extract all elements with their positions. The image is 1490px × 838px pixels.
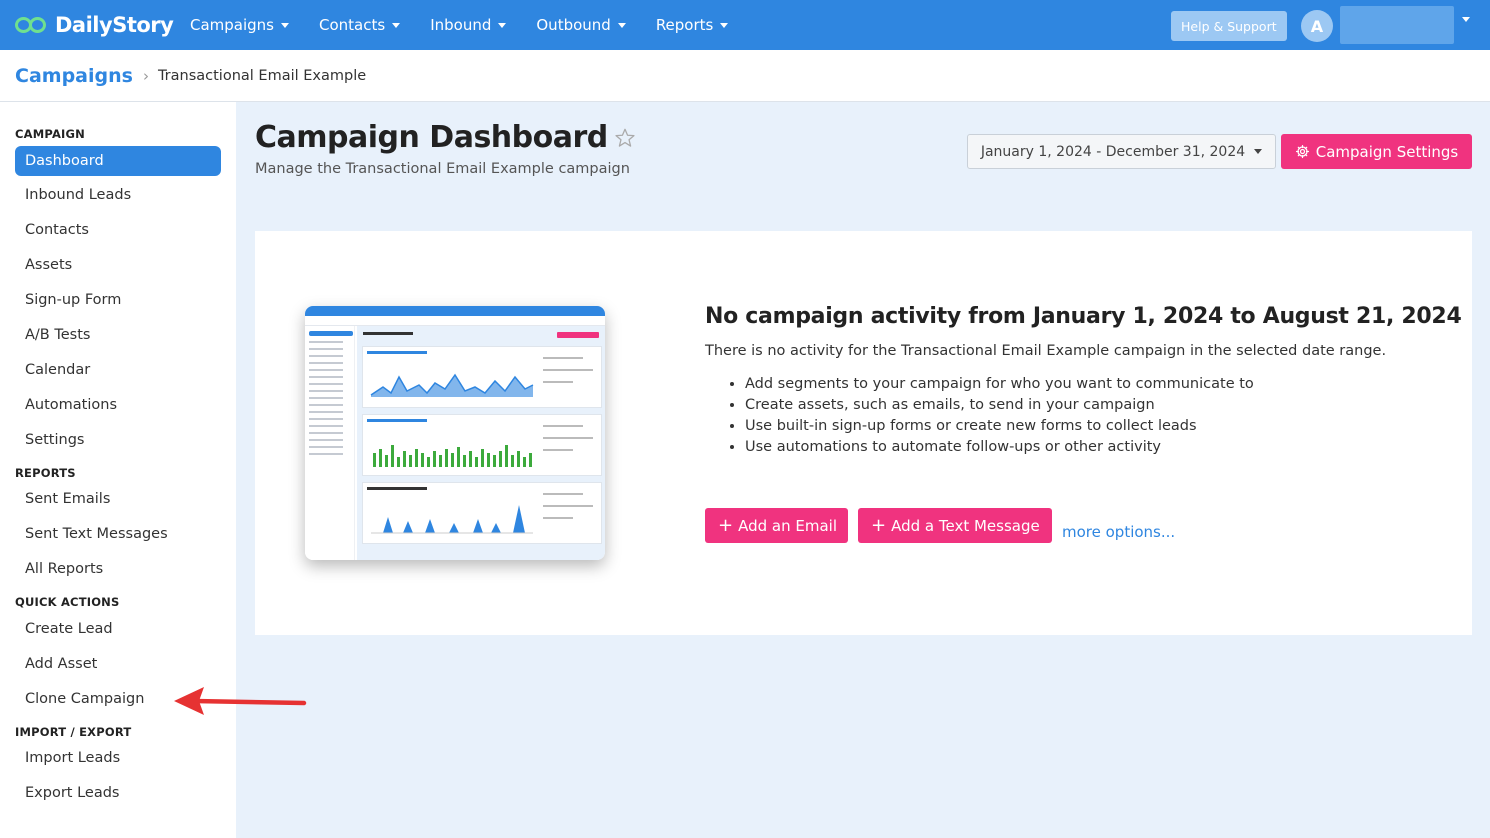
list-item: Use automations to automate follow-ups o… xyxy=(745,437,1254,458)
sidebar-item-all-reports[interactable]: All Reports xyxy=(25,561,103,577)
page-subtitle: Manage the Transactional Email Example c… xyxy=(255,161,630,177)
sidebar-item-contacts[interactable]: Contacts xyxy=(25,222,89,238)
sidebar-item-sent-emails[interactable]: Sent Emails xyxy=(25,491,110,507)
gear-icon xyxy=(1295,144,1309,159)
nav-label: Outbound xyxy=(536,16,611,34)
page-title: Campaign Dashboard xyxy=(255,120,608,155)
avatar[interactable]: A xyxy=(1301,10,1333,42)
campaign-settings-label: Campaign Settings xyxy=(1315,142,1459,161)
nav-label: Campaigns xyxy=(190,16,275,34)
nav-label: Contacts xyxy=(319,16,386,34)
date-range-label: January 1, 2024 - December 31, 2024 xyxy=(980,143,1246,160)
sidebar-item-sent-text-messages[interactable]: Sent Text Messages xyxy=(25,526,168,542)
sidebar-section-quick-actions: QUICK ACTIONS xyxy=(15,595,120,609)
nav-label: Reports xyxy=(655,16,714,34)
add-email-label: Add an Email xyxy=(738,516,837,535)
caret-down-icon xyxy=(1254,149,1263,154)
sidebar: CAMPAIGN Dashboard Inbound Leads Contact… xyxy=(0,102,236,838)
plus-icon: + xyxy=(871,514,887,536)
sidebar-item-inbound-leads[interactable]: Inbound Leads xyxy=(25,187,131,203)
sidebar-item-create-lead[interactable]: Create Lead xyxy=(25,621,113,637)
caret-down-icon xyxy=(617,22,626,28)
nav-inbound[interactable]: Inbound xyxy=(430,16,507,34)
breadcrumb-current: Transactional Email Example xyxy=(157,67,367,84)
empty-state-tips: Add segments to your campaign for who yo… xyxy=(745,374,1254,458)
chevron-right-icon: › xyxy=(142,66,149,85)
logo-icon xyxy=(14,15,52,35)
list-item: Add segments to your campaign for who yo… xyxy=(745,374,1254,395)
nav-contacts[interactable]: Contacts xyxy=(319,16,401,34)
sidebar-item-calendar[interactable]: Calendar xyxy=(25,362,90,378)
user-name-redacted[interactable] xyxy=(1340,6,1454,44)
caret-down-icon xyxy=(498,22,507,28)
empty-state-title: No campaign activity from January 1, 202… xyxy=(705,304,1462,329)
sidebar-item-clone-campaign[interactable]: Clone Campaign xyxy=(25,691,144,707)
sidebar-item-assets[interactable]: Assets xyxy=(25,257,72,273)
sidebar-item-automations[interactable]: Automations xyxy=(25,397,117,413)
sidebar-item-ab-tests[interactable]: A/B Tests xyxy=(25,327,90,343)
empty-state-card: No campaign activity from January 1, 202… xyxy=(255,231,1472,635)
caret-down-icon xyxy=(392,22,401,28)
star-icon[interactable] xyxy=(614,127,636,149)
nav-label: Inbound xyxy=(430,16,492,34)
breadcrumb: Campaigns › Transactional Email Example xyxy=(0,50,1490,102)
page-title-row: Campaign Dashboard xyxy=(255,120,636,155)
sidebar-section-reports: REPORTS xyxy=(15,466,76,480)
top-navigation: DailyStory Campaigns Contacts Inbound Ou… xyxy=(0,0,1490,50)
caret-down-icon xyxy=(720,22,729,28)
sidebar-section-campaign: CAMPAIGN xyxy=(15,127,85,141)
sidebar-item-settings[interactable]: Settings xyxy=(25,432,84,448)
nav-reports[interactable]: Reports xyxy=(656,16,729,34)
sidebar-item-dashboard[interactable]: Dashboard xyxy=(15,146,221,176)
caret-down-icon xyxy=(281,22,290,28)
list-item: Create assets, such as emails, to send i… xyxy=(745,395,1254,416)
empty-state-description: There is no activity for the Transaction… xyxy=(705,343,1387,359)
nav-outbound[interactable]: Outbound xyxy=(536,16,626,34)
plus-icon: + xyxy=(718,514,734,536)
sidebar-item-import-leads[interactable]: Import Leads xyxy=(25,750,120,766)
user-menu-caret-icon[interactable] xyxy=(1462,17,1470,22)
sidebar-section-import-export: IMPORT / EXPORT xyxy=(15,725,132,739)
help-support-button[interactable]: Help & Support xyxy=(1171,11,1287,41)
nav-campaigns[interactable]: Campaigns xyxy=(190,16,290,34)
sidebar-item-add-asset[interactable]: Add Asset xyxy=(25,656,97,672)
dashboard-preview-image xyxy=(305,306,605,560)
sidebar-item-signup-form[interactable]: Sign-up Form xyxy=(25,292,121,308)
add-text-message-button[interactable]: + Add a Text Message xyxy=(858,508,1052,543)
more-options-link[interactable]: more options... xyxy=(1062,523,1175,541)
sidebar-item-export-leads[interactable]: Export Leads xyxy=(25,785,119,801)
campaign-settings-button[interactable]: Campaign Settings xyxy=(1281,134,1472,169)
annotation-arrow-icon xyxy=(174,687,307,715)
logo-text: DailyStory xyxy=(55,13,174,37)
date-range-dropdown[interactable]: January 1, 2024 - December 31, 2024 xyxy=(967,134,1276,169)
add-text-message-label: Add a Text Message xyxy=(891,516,1040,535)
logo[interactable]: DailyStory xyxy=(14,13,190,37)
breadcrumb-campaigns-link[interactable]: Campaigns xyxy=(15,65,133,87)
list-item: Use built-in sign-up forms or create new… xyxy=(745,416,1254,437)
add-email-button[interactable]: + Add an Email xyxy=(705,508,848,543)
